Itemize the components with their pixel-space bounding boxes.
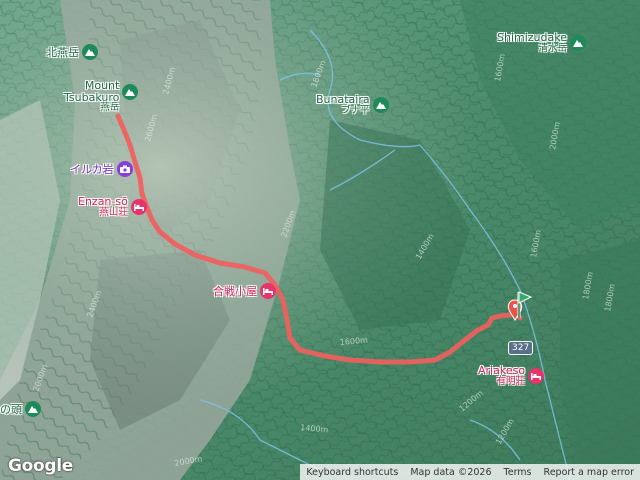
poi-sublabel: 有明荘: [496, 375, 526, 387]
poi-label: 合戦小屋: [213, 285, 257, 298]
poi-tsubakuro[interactable]: Mount Tsubakuro 燕岳: [64, 79, 139, 114]
poi-label: イルカ岩: [70, 163, 114, 176]
terrain-layer: 2400m 2600m 2400m 2200m 2000m 1800m 1600…: [0, 0, 640, 480]
poi-ariakeso[interactable]: Ariakeso 有明荘: [478, 364, 545, 387]
attribution-bar: Keyboard shortcuts Map data ©2026 Terms …: [300, 464, 640, 480]
mountain-icon: [372, 96, 389, 113]
mountain-icon: [82, 44, 98, 60]
poi-label: Enzan-sō: [78, 195, 128, 208]
poi-kassen[interactable]: 合戦小屋: [213, 283, 276, 299]
camera-icon: [116, 161, 133, 177]
google-logo: Google: [8, 456, 74, 476]
poi-enzanso[interactable]: Enzan-sō 燕山荘: [78, 196, 147, 218]
mountain-icon: [570, 34, 586, 51]
terms-link[interactable]: Terms: [498, 467, 538, 478]
poi-kitatsubakurodake[interactable]: 北燕岳: [46, 44, 98, 60]
poi-sublabel: 燕岳: [100, 102, 120, 114]
poi-shimizudake[interactable]: Shimizudake 清水岳: [497, 32, 586, 54]
map-data-credit: Map data ©2026: [410, 466, 492, 478]
poi-label: の頭: [0, 403, 22, 416]
road-number-badge: 327: [508, 341, 534, 355]
poi-sublabel: 燕山荘: [99, 206, 128, 218]
poi-label: Mount: [84, 79, 120, 92]
poi-sublabel: ブナ平: [341, 104, 370, 116]
poi-label: 北燕岳: [46, 46, 79, 59]
poi-label: Ariakeso: [478, 364, 526, 377]
poi-label: Bunataira: [316, 93, 370, 106]
bed-icon: [528, 367, 545, 384]
poi-sublabel: 清水岳: [538, 42, 567, 54]
map-canvas[interactable]: 2400m 2600m 2400m 2200m 2000m 1800m 1600…: [0, 0, 640, 480]
poi-label: Shimizudake: [497, 31, 567, 44]
bed-icon: [260, 283, 276, 299]
bed-icon: [130, 198, 147, 215]
mountain-icon: [122, 83, 139, 100]
poi-nokashira[interactable]: の頭: [0, 401, 41, 417]
poi-bunataira[interactable]: Bunataira ブナ平: [316, 94, 389, 116]
keyboard-shortcuts-link[interactable]: Keyboard shortcuts: [300, 467, 404, 478]
report-error-link[interactable]: Report a map error: [538, 467, 640, 478]
mountain-icon: [25, 401, 41, 417]
poi-iruka[interactable]: イルカ岩: [70, 161, 133, 177]
